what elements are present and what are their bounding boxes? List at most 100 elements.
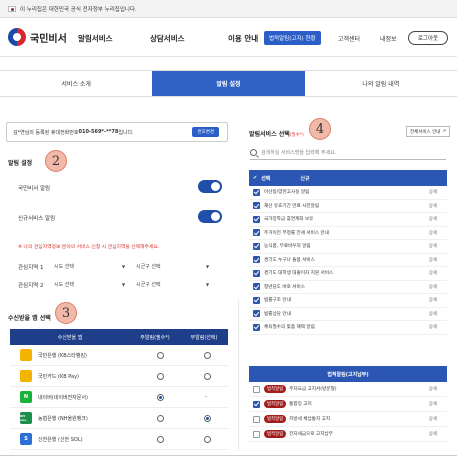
gov-banner: 이 누리집은 대한민국 공식 전자정부 누리집입니다. [0,0,457,18]
main-alarm-radio[interactable] [157,373,164,380]
sub-alarm-radio[interactable] [204,352,211,359]
region-1-city-select[interactable]: 시도 선택 [54,263,74,270]
legal-row: 법적알림 통합징 고지 상세 [249,397,447,412]
service-checkbox[interactable] [253,296,260,304]
service-name: 법률구조 안내 [264,298,291,304]
service-row: 주거이전 부정률 전세 서비스 안내 상세 [249,227,447,240]
app-row: N 네이버(네이버전자문서) – [10,387,228,408]
phone-notice-prefix: 김*연님의 등록된 휴대전화번호 [13,129,79,136]
service-checkbox[interactable] [253,323,260,331]
service-name: 주거이전 부정률 전세 서비스 안내 [264,230,330,236]
apps-table-header: 수신받을 앱 주알림(필수*) 부알림(선택) [10,329,228,345]
all-services-guide-button[interactable]: 전체서비스 안내 ↗ [406,126,451,137]
app-logo-icon: NH one [20,412,32,424]
service-row: 법률상담 안내 상세 [249,308,447,321]
service-detail-link[interactable]: 상세 [429,216,437,222]
phone-number: 010-569*-**78 [78,129,119,135]
legal-checkbox[interactable] [253,400,260,408]
region-1-district-select[interactable]: 시군구 선택 [136,263,161,270]
service-detail-link[interactable]: 상세 [429,257,437,263]
nav-alarm-service[interactable]: 알림서비스 [78,19,113,57]
registered-phone-notice: 김*연님의 등록된 휴대전화번호 010-569*-**78 입니다. 번호변경 [6,122,228,142]
legal-detail-link[interactable]: 상세 [429,401,437,407]
service-checkbox[interactable] [253,215,260,223]
receive-app-title: 수신받을 앱 선택 [8,315,51,322]
service-detail-link[interactable]: 상세 [429,284,437,290]
app-name: 신한은행 (신한 SOL) [38,436,83,443]
toggle-new-service-alarm[interactable] [198,210,222,223]
service-detail-link[interactable]: 상세 [429,311,437,317]
service-search-input[interactable]: 검색하실 서비스명을 입력해 주세요. [250,146,446,160]
service-detail-link[interactable]: 상세 [429,203,437,209]
legal-detail-link[interactable]: 상세 [429,416,437,422]
service-checkbox[interactable] [253,202,260,210]
main-alarm-radio[interactable] [157,394,164,401]
service-detail-link[interactable]: 상세 [429,270,437,276]
legal-notice-status-button[interactable]: 법적알림(고지) 현황 [264,31,321,45]
sub-alarm-radio[interactable] [204,373,211,380]
service-detail-link[interactable]: 상세 [429,230,437,236]
service-table-header: ✔ 선택 신규 [249,170,447,186]
app-logo-icon: N [20,391,32,403]
callout-marker-2: 2 [45,150,67,172]
scroll-rail [238,300,239,450]
legal-detail-link[interactable]: 상세 [429,431,437,437]
tab-my-alarm-history[interactable]: 나의 알림 내역 [305,71,457,96]
service-detail-link[interactable]: 상세 [429,243,437,249]
legal-checkbox[interactable] [253,430,260,438]
logo[interactable]: 국민비서 [8,28,67,46]
service-detail-link[interactable]: 상세 [429,297,437,303]
region-2-district-select[interactable]: 시군구 선택 [136,281,161,288]
service-checkbox[interactable] [253,269,260,277]
app-row: 국민은행 (KB스타뱅킹) [10,345,228,366]
service-name: 경기도 누구나 돌봄 서비스 [264,257,315,263]
legal-notice-name: 통합징 고지 [289,402,312,407]
region-2-city-select[interactable]: 시도 선택 [54,281,74,288]
service-detail-link[interactable]: 상세 [429,189,437,195]
service-detail-link[interactable]: 상세 [429,324,437,330]
service-checkbox[interactable] [253,229,260,237]
toggle-minbiseo-alarm[interactable] [198,180,222,193]
legal-checkbox[interactable] [253,415,260,423]
legal-notice-name: 주차요금 고지서(방문형) [289,387,337,392]
service-name: 국가장학금 휴면계좌 보유 [264,217,314,223]
service-checkbox[interactable] [253,188,260,196]
legal-notice-badge: 법적알림 [264,385,287,393]
service-name: 재산 유효기간 만료 사전알림 [264,203,320,209]
legal-detail-link[interactable]: 상세 [429,386,437,392]
flag-icon [8,5,16,12]
service-checkbox[interactable] [253,283,260,291]
logout-button[interactable]: 로그아웃 [408,31,448,45]
chevron-down-icon: ▼ [122,264,126,269]
sub-alarm-radio[interactable] [204,436,211,443]
my-info-link[interactable]: 내정보 [380,19,397,57]
legal-checkbox[interactable] [253,385,260,393]
main-alarm-radio[interactable] [157,352,164,359]
service-name: 경기도 대학생 대출이자 지원 서비스 [264,271,334,277]
required-mark: (필수*) [289,133,304,138]
sub-alarm-radio[interactable] [204,415,211,422]
phone-notice-suffix: 입니다. [118,129,134,136]
main-alarm-radio[interactable] [157,415,164,422]
service-checkbox[interactable] [253,242,260,250]
service-row: 아산동/양천고사실 알림 상세 [249,186,447,200]
app-row: NH one 농협은행 (NH올원뱅크) [10,408,228,429]
external-link-icon: ↗ [442,129,447,134]
tab-alarm-settings[interactable]: 알림 설정 [152,71,305,96]
main-alarm-radio[interactable] [157,436,164,443]
service-checkbox[interactable] [253,310,260,318]
search-icon [250,149,257,156]
all-services-guide-label: 전체서비스 안내 [410,129,441,135]
alarm-settings-title: 알림 설정 [8,160,33,167]
legal-notice-name: 전자세금으로 고지납부 [289,432,333,437]
check-all-icon[interactable]: ✔ [253,175,257,181]
apps-header-main: 주알림(필수*) [140,334,170,341]
service-checkbox[interactable] [253,256,260,264]
service-row: 국가장학금 휴면계좌 보유 상세 [249,213,447,227]
nav-usage-guide[interactable]: 이용 안내 [228,19,258,57]
change-number-button[interactable]: 번호변경 [192,127,219,137]
service-row: 농식품, 무료바우처 알림 상세 [249,240,447,254]
customer-center-link[interactable]: 고객센터 [338,19,360,57]
tab-service-intro[interactable]: 서비스 소개 [0,71,152,96]
nav-consult-service[interactable]: 상담서비스 [150,19,185,57]
